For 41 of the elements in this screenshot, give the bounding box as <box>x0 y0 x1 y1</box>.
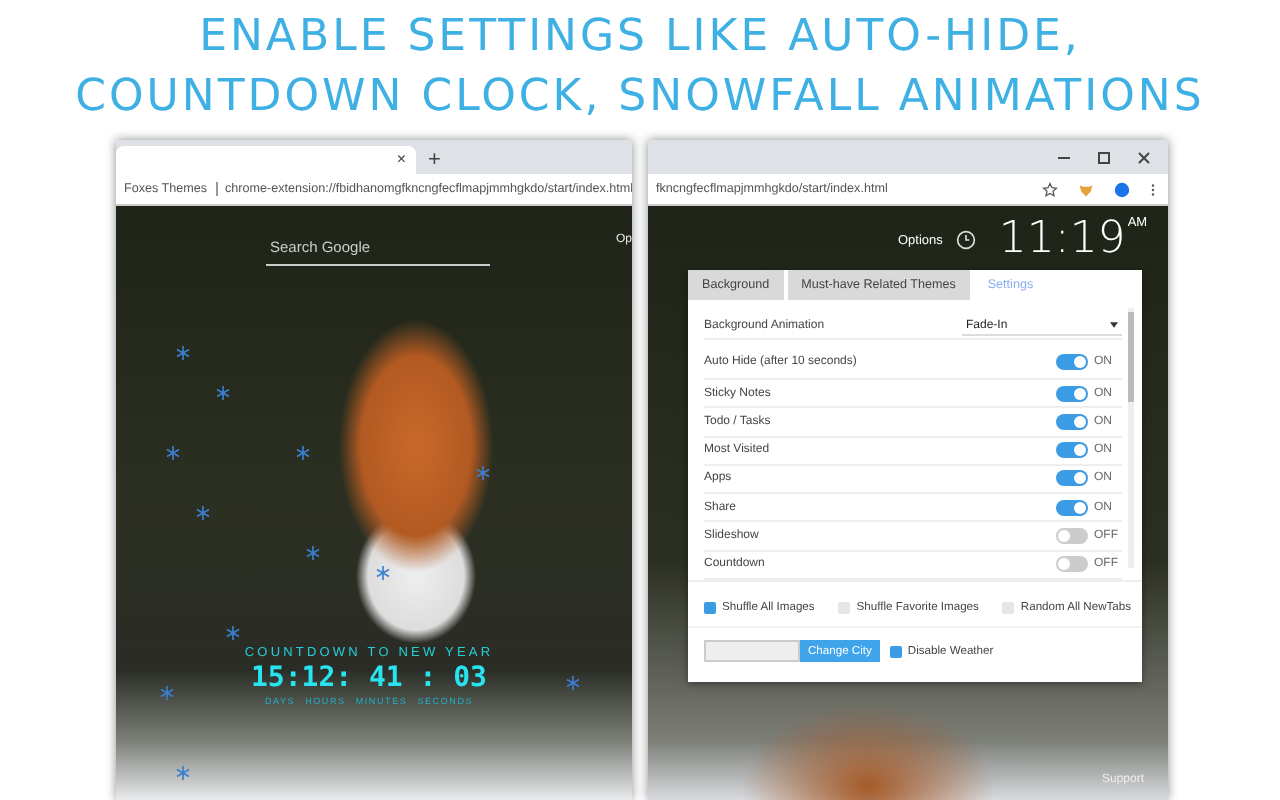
headline: COUNTDOWN CLOCK, SNOWFALL ANIMATIONS <box>75 69 1205 125</box>
close-icon[interactable] <box>1136 149 1152 165</box>
caret-icon <box>1110 322 1118 329</box>
snowflake-icon <box>166 446 180 460</box>
snowflake-icon <box>296 446 310 460</box>
clock-time: 11:19 <box>998 216 1126 264</box>
checkbox[interactable] <box>704 602 716 614</box>
browser-tab[interactable]: × <box>116 146 416 174</box>
snowflake-icon <box>306 546 320 560</box>
extension-icon[interactable] <box>1078 181 1094 197</box>
snowflake-icon <box>216 386 230 400</box>
toggle-switch[interactable] <box>1056 528 1088 545</box>
maximize-icon[interactable] <box>1096 149 1112 165</box>
toggle-switch[interactable] <box>1056 385 1088 402</box>
snowflake-icon <box>160 686 174 700</box>
checkbox[interactable] <box>889 645 902 657</box>
toggle-switch[interactable] <box>1056 499 1088 516</box>
headline: ENABLE SETTINGS LIKE AUTO-HIDE, <box>199 9 1081 65</box>
toggle-switch[interactable] <box>1056 442 1088 459</box>
snowflake-icon <box>566 676 580 690</box>
city-field[interactable] <box>704 640 800 662</box>
clock-icon[interactable] <box>956 230 977 250</box>
countdown-time: 15:12: 41 : 03 <box>250 660 487 696</box>
toggle-switch[interactable] <box>1056 470 1088 487</box>
menu-icon[interactable] <box>1150 181 1156 197</box>
snowflake-icon <box>226 626 240 640</box>
star-icon[interactable] <box>1042 181 1058 197</box>
snowflake-icon <box>176 346 190 360</box>
toggle-switch[interactable] <box>1056 413 1088 430</box>
toggle-switch[interactable] <box>1056 556 1088 573</box>
snowflake-icon <box>376 566 390 580</box>
checkbox[interactable] <box>1002 602 1015 614</box>
snowflake-icon <box>176 766 190 780</box>
scrollbar[interactable] <box>1128 308 1134 568</box>
toggle-switch[interactable] <box>1056 354 1088 371</box>
snowflake-icon <box>476 466 490 480</box>
new-tab-button[interactable]: + <box>428 152 441 174</box>
close-tab-button[interactable]: × <box>396 152 406 168</box>
snowflake-icon <box>196 506 210 520</box>
checkbox[interactable] <box>838 602 851 614</box>
avatar-icon[interactable] <box>1114 181 1130 197</box>
